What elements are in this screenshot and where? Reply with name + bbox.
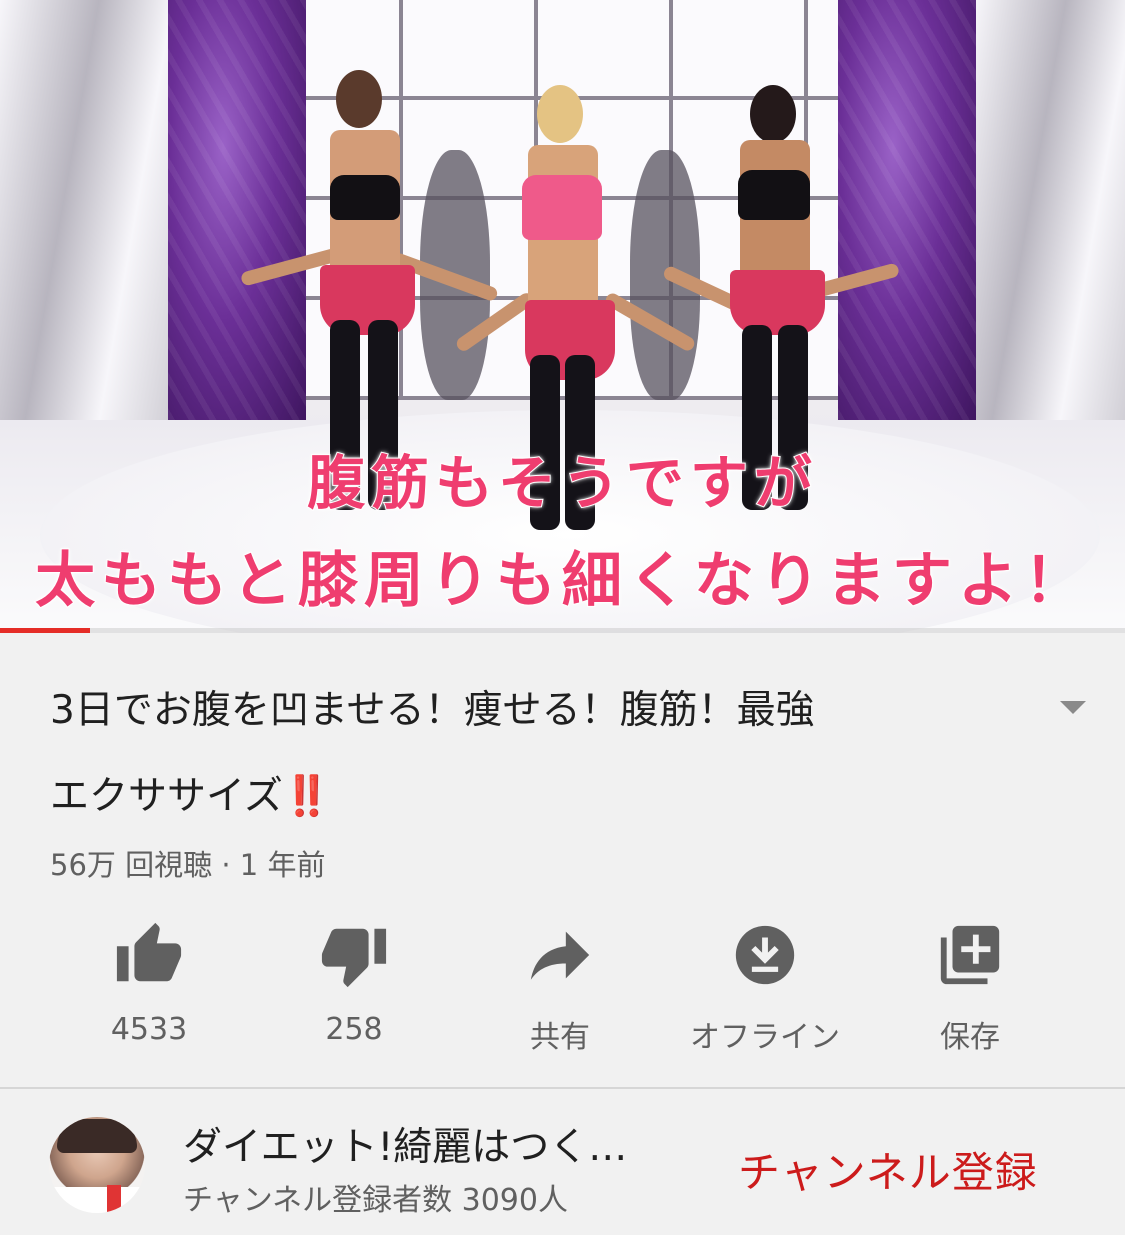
- dislike-button[interactable]: 258: [254, 920, 454, 1047]
- share-icon: [530, 931, 590, 980]
- subscribe-button[interactable]: チャンネル登録: [738, 1139, 1038, 1200]
- offline-button[interactable]: オフライン: [665, 920, 865, 1056]
- video-title[interactable]: 3日でお腹を凹ませる！痩せる！腹筋！最強 エクササイズ‼️: [50, 668, 1010, 840]
- progress-bar[interactable]: [0, 628, 1125, 633]
- view-count: 56万 回視聴: [50, 848, 213, 882]
- playlist-add-icon: [940, 925, 1000, 985]
- like-button[interactable]: 4533: [49, 920, 249, 1047]
- pillar-left: [168, 0, 306, 420]
- video-meta: 56万 回視聴 · 1 年前: [50, 842, 325, 884]
- video-title-line-2: エクササイズ: [50, 774, 283, 819]
- share-label: 共有: [530, 1020, 590, 1055]
- share-button[interactable]: 共有: [460, 920, 660, 1056]
- subscriber-count: チャンネル登録者数 3090人: [183, 1183, 568, 1218]
- download-icon: [735, 925, 795, 985]
- curtain-left: [0, 0, 170, 440]
- video-caption-line-2: 太ももと膝周りも細くなりますよ！: [34, 545, 1090, 617]
- channel-avatar[interactable]: [49, 1117, 145, 1213]
- dislike-count: 258: [325, 1012, 383, 1047]
- thumbs-down-icon: [321, 928, 387, 988]
- upload-age: 1 年前: [239, 848, 326, 882]
- save-label: 保存: [940, 1020, 1000, 1055]
- double-exclamation-icon: ‼️: [282, 774, 332, 819]
- channel-name[interactable]: ダイエット!綺麗はつく…: [183, 1116, 703, 1172]
- progress-fill: [0, 628, 90, 633]
- action-bar: 4533 258 共有 オフライン 保存: [0, 920, 1125, 1060]
- offline-label: オフライン: [690, 1020, 840, 1055]
- video-player[interactable]: 腹筋もそうですが 太ももと膝周りも細くなりますよ！: [0, 0, 1125, 633]
- video-caption-line-1: 腹筋もそうですが: [306, 448, 818, 518]
- save-button[interactable]: 保存: [870, 920, 1070, 1056]
- thumbs-up-icon: [116, 922, 182, 982]
- video-title-line-1: 3日でお腹を凹ませる！痩せる！腹筋！最強: [50, 688, 815, 733]
- expand-description-icon[interactable]: [1058, 697, 1088, 717]
- curtain-right: [975, 0, 1125, 440]
- meta-separator: ·: [221, 848, 231, 882]
- like-count: 4533: [110, 1012, 188, 1047]
- channel-row: ダイエット!綺麗はつく… チャンネル登録者数 3090人 チャンネル登録: [0, 1089, 1125, 1235]
- pillar-right: [838, 0, 976, 420]
